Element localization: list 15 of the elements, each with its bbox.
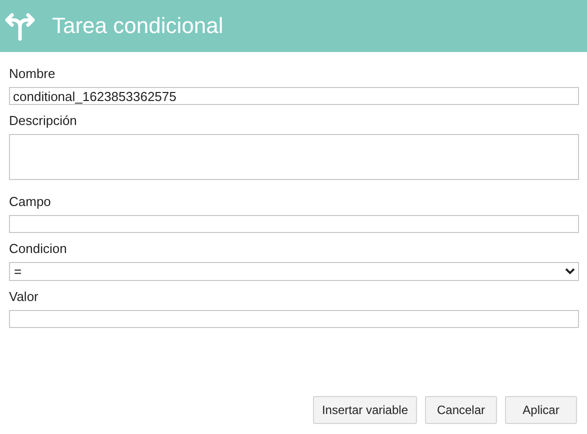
dialog-title: Tarea condicional	[52, 13, 224, 39]
text-field[interactable]	[9, 215, 579, 233]
field-label: Valor	[9, 289, 40, 305]
dialog-button[interactable]: Insertar variable	[312, 396, 417, 424]
field-label: Descripción	[9, 113, 78, 129]
field-label: Nombre	[9, 66, 56, 82]
text-area[interactable]	[9, 134, 579, 180]
dropdown[interactable]: =	[9, 262, 579, 281]
field-label: Condicion	[9, 241, 68, 257]
field-label: Campo	[9, 194, 52, 210]
text-field[interactable]: conditional_1623853362575	[9, 87, 579, 105]
split-arrow-icon	[5, 11, 35, 41]
dialog-button[interactable]: Aplicar	[505, 396, 577, 424]
text-field[interactable]	[9, 310, 579, 328]
dialog-button[interactable]: Cancelar	[425, 396, 497, 424]
